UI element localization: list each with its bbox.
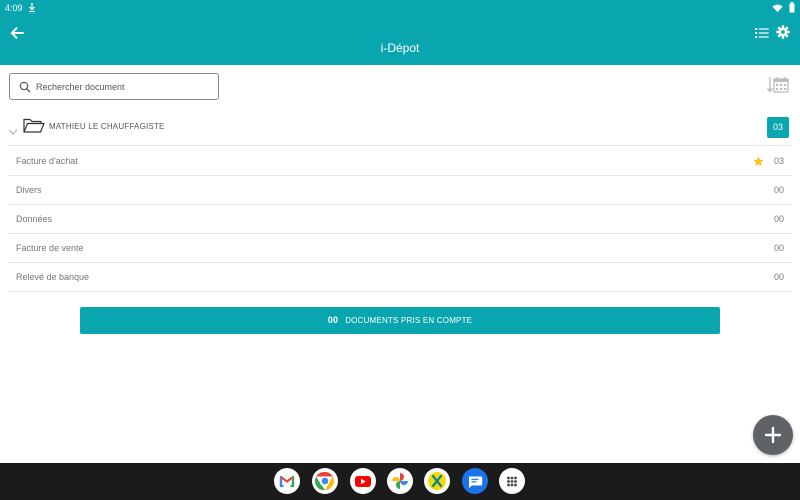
category-row-divers[interactable]: Divers 00 bbox=[8, 176, 792, 205]
youtube-icon[interactable] bbox=[350, 468, 376, 494]
status-bar: 4:09 bbox=[0, 0, 800, 18]
category-row-facture-achat[interactable]: Facture d'achat 03 bbox=[8, 147, 792, 176]
star-icon[interactable] bbox=[753, 154, 764, 172]
category-row-facture-vente[interactable]: Facture de vente 00 bbox=[8, 234, 792, 263]
open-folder-icon bbox=[23, 118, 45, 139]
gmail-icon[interactable] bbox=[274, 468, 300, 494]
app-drawer-icon[interactable] bbox=[499, 468, 525, 494]
battery-icon bbox=[789, 2, 795, 13]
sort-by-date-icon[interactable] bbox=[766, 76, 789, 99]
category-label: Relevé de banque bbox=[16, 272, 90, 282]
status-time: 4:09 bbox=[5, 3, 23, 13]
chevron-down-icon[interactable] bbox=[8, 123, 18, 141]
wifi-icon bbox=[772, 4, 784, 12]
list-view-icon[interactable] bbox=[755, 26, 769, 44]
category-row-releve-banque[interactable]: Relevé de banque 00 bbox=[8, 263, 792, 292]
add-document-fab[interactable] bbox=[753, 415, 793, 455]
category-count: 00 bbox=[773, 214, 784, 224]
app-x-icon[interactable] bbox=[424, 468, 450, 494]
folder-name: MATHIEU LE CHAUFFAGISTE bbox=[49, 122, 165, 131]
category-label: Facture de vente bbox=[16, 243, 84, 253]
search-input[interactable] bbox=[36, 78, 214, 95]
category-count: 00 bbox=[773, 185, 784, 195]
documents-taken-into-account-button[interactable]: 00 DOCUMENTS PRIS EN COMPTE bbox=[80, 307, 720, 334]
messages-icon[interactable] bbox=[462, 468, 488, 494]
taskbar bbox=[0, 463, 800, 500]
category-count: 03 bbox=[773, 156, 784, 166]
category-row-donnees[interactable]: Données 00 bbox=[8, 205, 792, 234]
system-icons bbox=[769, 2, 795, 13]
category-label: Divers bbox=[16, 185, 42, 195]
photos-icon[interactable] bbox=[387, 468, 413, 494]
app-root: 4:09 i-Dépot Rechercher document MATHIEU… bbox=[0, 0, 800, 500]
category-label: Facture d'achat bbox=[16, 156, 78, 166]
search-icon bbox=[19, 80, 31, 98]
documents-count: 00 bbox=[327, 315, 339, 325]
back-arrow-icon[interactable] bbox=[8, 24, 26, 42]
page-title: i-Dépot bbox=[380, 41, 420, 55]
category-count: 00 bbox=[773, 243, 784, 253]
category-count: 00 bbox=[773, 272, 784, 282]
search-box[interactable] bbox=[9, 73, 219, 100]
settings-gear-icon[interactable] bbox=[776, 25, 790, 44]
category-label: Données bbox=[16, 214, 53, 224]
chrome-icon[interactable] bbox=[312, 468, 338, 494]
app-bar: i-Dépot bbox=[0, 18, 800, 65]
plus-icon bbox=[764, 426, 782, 444]
folder-count-badge: 03 bbox=[767, 117, 789, 138]
folder-row[interactable]: MATHIEU LE CHAUFFAGISTE 03 bbox=[8, 114, 792, 146]
documents-label: DOCUMENTS PRIS EN COMPTE bbox=[345, 316, 473, 325]
download-icon bbox=[28, 2, 36, 15]
